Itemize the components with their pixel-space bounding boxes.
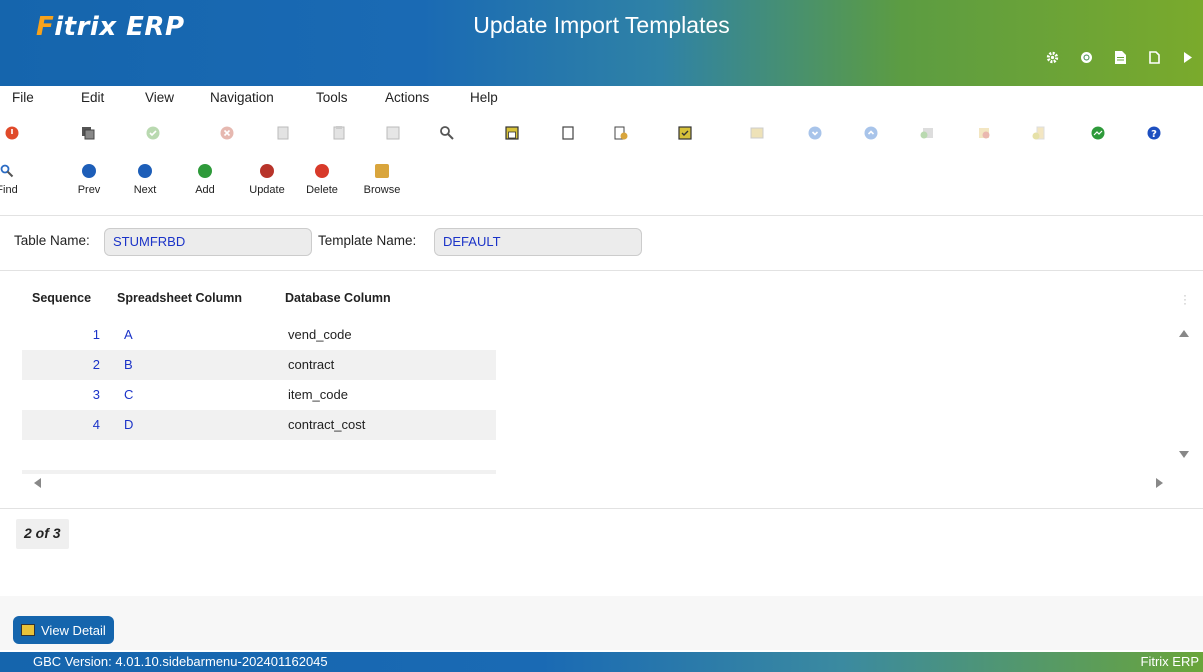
update-icon: [260, 164, 274, 178]
spreadsheet-column-cell: D: [124, 417, 134, 432]
menu-file[interactable]: File: [12, 86, 34, 105]
database-column-cell: vend_code: [288, 327, 352, 342]
scroll-up-arrow[interactable]: [1179, 330, 1189, 337]
database-column-cell: item_code: [288, 387, 348, 402]
table-name-label: Table Name:: [14, 233, 90, 248]
insert-row-icon[interactable]: [918, 124, 936, 142]
exit-icon[interactable]: [3, 124, 21, 142]
app-header: Fitrix ERP Update Import Templates: [0, 0, 1203, 86]
status-bar: GBC Version: 4.01.10.sidebarmenu-2024011…: [0, 652, 1203, 672]
column-menu-icon[interactable]: · · ·: [1183, 289, 1187, 309]
copy-doc-icon[interactable]: [274, 124, 292, 142]
browse-button[interactable]: Browse: [357, 164, 407, 196]
prev-icon: [82, 164, 96, 178]
delete-icon: [315, 164, 329, 178]
footer-area: [0, 596, 1203, 650]
detail-icon: [21, 624, 35, 636]
svg-text:?: ?: [1151, 129, 1157, 140]
next-icon: [138, 164, 152, 178]
scroll-right-arrow[interactable]: [1156, 478, 1163, 488]
update-button[interactable]: Update: [242, 164, 292, 196]
sequence-cell: 1: [92, 327, 100, 342]
menu-help[interactable]: Help: [470, 86, 498, 105]
template-grid: 1 A vend_code 2 B contract 3 C item_code…: [22, 320, 496, 474]
help-icon[interactable]: ?: [1145, 124, 1163, 142]
spreadsheet-column-cell: C: [124, 387, 134, 402]
globe-icon[interactable]: [1079, 50, 1093, 64]
version-text: GBC Version: 4.01.10.sidebarmenu-2024011…: [33, 654, 328, 669]
prev-button[interactable]: Prev: [64, 164, 114, 196]
append-icon[interactable]: [1030, 124, 1048, 142]
divider: [0, 508, 1203, 509]
menu-view[interactable]: View: [145, 86, 174, 105]
cancel-icon[interactable]: [218, 124, 236, 142]
menu-bar: File Edit View Navigation Tools Actions …: [0, 86, 1203, 112]
menu-edit[interactable]: Edit: [81, 86, 104, 105]
accept-icon[interactable]: [144, 124, 162, 142]
new-page-icon[interactable]: [1147, 50, 1161, 64]
table-row[interactable]: 2 B contract: [22, 350, 496, 380]
divider: [0, 215, 1203, 216]
find-icon: [0, 164, 14, 178]
save-icon[interactable]: [503, 124, 521, 142]
divider: [0, 270, 1203, 271]
play-icon[interactable]: [1181, 50, 1195, 64]
chart-icon[interactable]: [1089, 124, 1107, 142]
document-icon[interactable]: [1113, 50, 1127, 64]
scroll-down-arrow[interactable]: [1179, 451, 1189, 458]
toolbar: ?: [0, 124, 1203, 154]
spreadsheet-column-cell: B: [124, 357, 133, 372]
grid-icon[interactable]: [748, 124, 766, 142]
delete-button[interactable]: Delete: [297, 164, 347, 196]
view-detail-label: View Detail: [41, 622, 106, 638]
menu-tools[interactable]: Tools: [316, 86, 348, 105]
record-pager: 2 of 3: [16, 519, 69, 549]
attach-icon[interactable]: [559, 124, 577, 142]
empty-row: [22, 470, 496, 474]
table-name-field[interactable]: STUMFRBD: [104, 228, 312, 256]
add-button[interactable]: Add: [180, 164, 230, 196]
scroll-left-arrow[interactable]: [34, 478, 41, 488]
column-header-database[interactable]: Database Column: [285, 291, 391, 305]
export-icon[interactable]: [676, 124, 694, 142]
add-icon: [198, 164, 212, 178]
empty-row: [22, 440, 496, 470]
table-row[interactable]: 4 D contract_cost: [22, 410, 496, 440]
delete-row-icon[interactable]: [974, 124, 992, 142]
column-header-sequence[interactable]: Sequence: [32, 291, 91, 305]
template-name-field[interactable]: DEFAULT: [434, 228, 642, 256]
column-header-spreadsheet[interactable]: Spreadsheet Column: [117, 291, 242, 305]
view-detail-button[interactable]: View Detail: [13, 616, 114, 644]
page-title: Update Import Templates: [473, 12, 730, 38]
copy-icon[interactable]: [79, 124, 97, 142]
paste-icon[interactable]: [330, 124, 348, 142]
up-icon[interactable]: [862, 124, 880, 142]
import-icon[interactable]: [612, 124, 630, 142]
spreadsheet-column-cell: A: [124, 327, 133, 342]
menu-actions[interactable]: Actions: [385, 86, 429, 105]
template-name-label: Template Name:: [318, 233, 417, 248]
clipboard-icon[interactable]: [384, 124, 402, 142]
sequence-cell: 2: [92, 357, 100, 372]
gear-icon[interactable]: [1045, 50, 1059, 64]
menu-navigation[interactable]: Navigation: [210, 86, 274, 105]
zoom-icon[interactable]: [438, 124, 456, 142]
brand-text: Fitrix ERP: [1140, 654, 1200, 669]
table-row[interactable]: 1 A vend_code: [22, 320, 496, 350]
sequence-cell: 3: [92, 387, 100, 402]
database-column-cell: contract: [288, 357, 335, 372]
browse-icon: [375, 164, 389, 178]
sequence-cell: 4: [92, 417, 100, 432]
next-button[interactable]: Next: [120, 164, 170, 196]
find-button[interactable]: Find: [0, 164, 32, 196]
table-row[interactable]: 3 C item_code: [22, 380, 496, 410]
down-icon[interactable]: [806, 124, 824, 142]
database-column-cell: contract_cost: [288, 417, 366, 432]
